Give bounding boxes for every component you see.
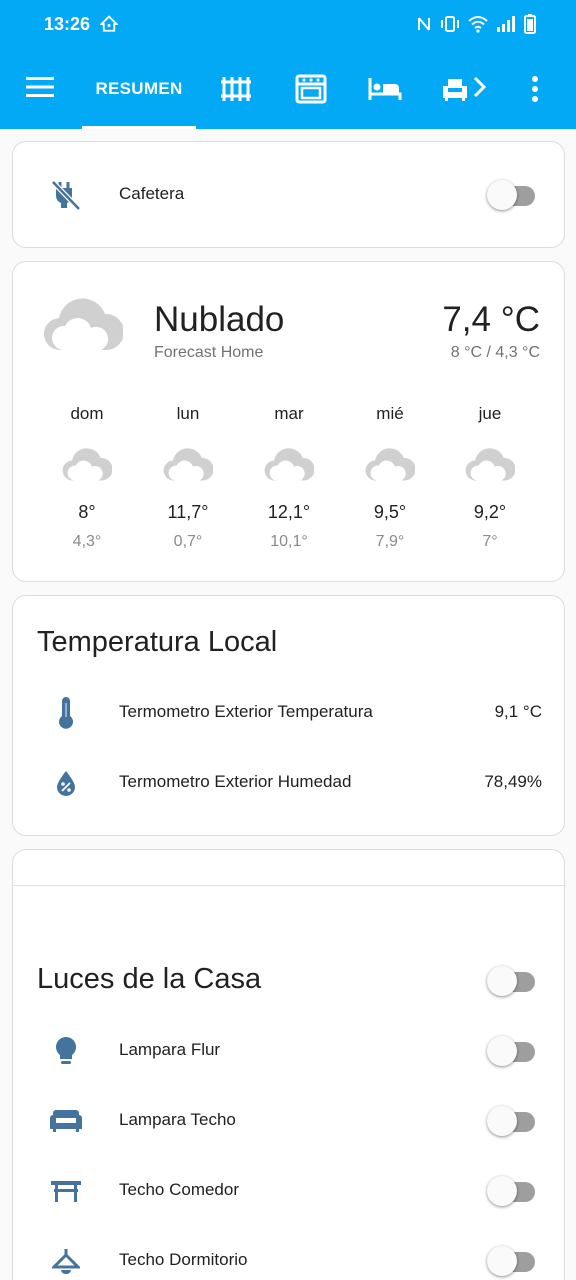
light-row-techo-comedor[interactable]: Techo Comedor <box>13 1160 566 1220</box>
lights-master-toggle[interactable] <box>483 962 539 998</box>
temperature-card: Temperatura Local Termometro Exterior Te… <box>12 595 565 836</box>
nfc-icon <box>416 15 432 38</box>
tab-resumen-label: RESUMEN <box>95 78 183 98</box>
more-vertical-icon <box>532 76 538 102</box>
toggle-knob <box>487 180 517 210</box>
forecast-day-name: lun <box>176 404 200 423</box>
battery-icon <box>524 14 536 39</box>
forecast-high: 11,7° <box>167 502 209 522</box>
light-toggle[interactable] <box>483 1242 539 1278</box>
light-toggle[interactable] <box>483 1102 539 1138</box>
weather-condition: Nublado <box>154 300 285 339</box>
home-assistant-notification-icon <box>99 15 119 38</box>
tab-radiator[interactable] <box>210 48 262 129</box>
power-plug-off-icon <box>49 178 83 212</box>
forecast-high: 9,2° <box>473 502 507 522</box>
weather-cloudy-icon <box>43 292 125 357</box>
forecast-day-name: mié <box>376 404 404 423</box>
toggle-knob <box>487 1176 517 1206</box>
row-label: Termometro Exterior Temperatura <box>119 702 373 721</box>
bed-icon <box>368 77 402 100</box>
toggle-knob <box>487 1106 517 1136</box>
cloudy-icon <box>340 438 440 488</box>
card-divider <box>13 885 566 886</box>
stove-icon <box>295 74 327 103</box>
forecast-day: jue 9,2° 7° <box>440 404 540 551</box>
forecast-high: 12,1° <box>267 502 311 522</box>
forecast-high: 9,5° <box>373 502 407 522</box>
cafetera-toggle[interactable] <box>483 176 539 212</box>
toggle-knob <box>487 966 517 996</box>
weather-card[interactable]: Nublado Forecast Home 7,4 °C 8 °C / 4,3 … <box>12 261 565 582</box>
forecast-low: 7,9° <box>375 533 405 550</box>
menu-button[interactable] <box>26 76 56 100</box>
forecast-low: 4,3° <box>72 533 102 550</box>
sofa-icon <box>49 1104 83 1138</box>
light-toggle[interactable] <box>483 1032 539 1068</box>
tab-stove[interactable] <box>285 48 337 129</box>
cloudy-icon <box>37 438 137 488</box>
row-value: 9,1 °C <box>494 702 542 721</box>
forecast-low: 0,7° <box>173 533 203 550</box>
toggle-knob <box>487 1246 517 1276</box>
tab-bedroom[interactable] <box>359 48 411 129</box>
sofa-icon <box>443 78 467 101</box>
toggle-knob <box>487 1036 517 1066</box>
weather-location: Forecast Home <box>154 344 264 361</box>
toolbar: RESUMEN <box>0 48 576 129</box>
cafetera-label: Cafetera <box>119 184 185 203</box>
row-label: Lampara Flur <box>119 1040 221 1059</box>
status-time: 13:26 <box>44 14 91 34</box>
light-row-lampara-flur[interactable]: Lampara Flur <box>13 1020 566 1080</box>
forecast-low: 7° <box>482 533 498 550</box>
humidity-row[interactable]: Termometro Exterior Humedad 78,49% <box>13 752 566 812</box>
forecast-high: 8° <box>78 502 96 522</box>
scroll-tabs-right-button[interactable] <box>472 76 494 100</box>
weather-temperature-range: 8 °C / 4,3 °C <box>450 344 540 361</box>
row-value: 78,49% <box>484 772 542 791</box>
forecast-day-name: dom <box>70 404 104 423</box>
cloudy-icon <box>138 438 238 488</box>
light-row-techo-dormitorio[interactable]: Techo Dormitorio <box>13 1230 566 1280</box>
vibrate-icon <box>440 15 460 38</box>
forecast-day-name: mar <box>274 404 304 423</box>
lightbulb-icon <box>49 1034 83 1068</box>
lights-card: Luces de la Casa Lampara Flur Lampara Te… <box>12 849 566 1280</box>
table-furniture-icon <box>49 1174 83 1208</box>
app-header: 13:26 RESUMEN <box>0 0 576 129</box>
wifi-icon <box>468 15 488 38</box>
hamburger-menu-icon <box>26 77 54 97</box>
tab-resumen[interactable]: RESUMEN <box>82 48 196 129</box>
chevron-right-icon <box>473 76 487 98</box>
card-title: Temperatura Local <box>37 626 278 658</box>
row-label: Termometro Exterior Humedad <box>119 772 352 791</box>
temperature-row[interactable]: Termometro Exterior Temperatura 9,1 °C <box>13 682 566 742</box>
forecast-day: mié 9,5° 7,9° <box>340 404 440 551</box>
row-label: Techo Dormitorio <box>119 1250 248 1269</box>
forecast-day: dom 8° 4,3° <box>37 404 137 551</box>
row-label: Techo Comedor <box>119 1180 240 1199</box>
forecast-day-name: jue <box>478 404 502 423</box>
water-percent-icon <box>49 766 83 800</box>
row-label: Lampara Techo <box>119 1110 236 1129</box>
light-toggle[interactable] <box>483 1172 539 1208</box>
light-row-lampara-techo[interactable]: Lampara Techo <box>13 1090 566 1150</box>
cloudy-icon <box>440 438 540 488</box>
ceiling-light-icon <box>49 1244 83 1278</box>
status-bar: 13:26 <box>0 0 576 48</box>
thermometer-icon <box>49 696 83 730</box>
forecast-day: lun 11,7° 0,7° <box>138 404 238 551</box>
signal-icon <box>496 15 516 38</box>
status-icons <box>416 14 536 39</box>
cloudy-icon <box>239 438 339 488</box>
forecast-low: 10,1° <box>270 533 308 550</box>
weather-current-temperature: 7,4 °C <box>442 300 540 339</box>
overflow-menu-button[interactable] <box>522 74 548 104</box>
active-tab-indicator <box>82 126 196 129</box>
radiator-icon <box>221 76 251 101</box>
card-title: Luces de la Casa <box>37 963 262 995</box>
forecast-day: mar 12,1° 10,1° <box>239 404 339 551</box>
cafetera-row[interactable]: Cafetera <box>13 164 566 224</box>
cafetera-card: Cafetera <box>12 141 565 248</box>
